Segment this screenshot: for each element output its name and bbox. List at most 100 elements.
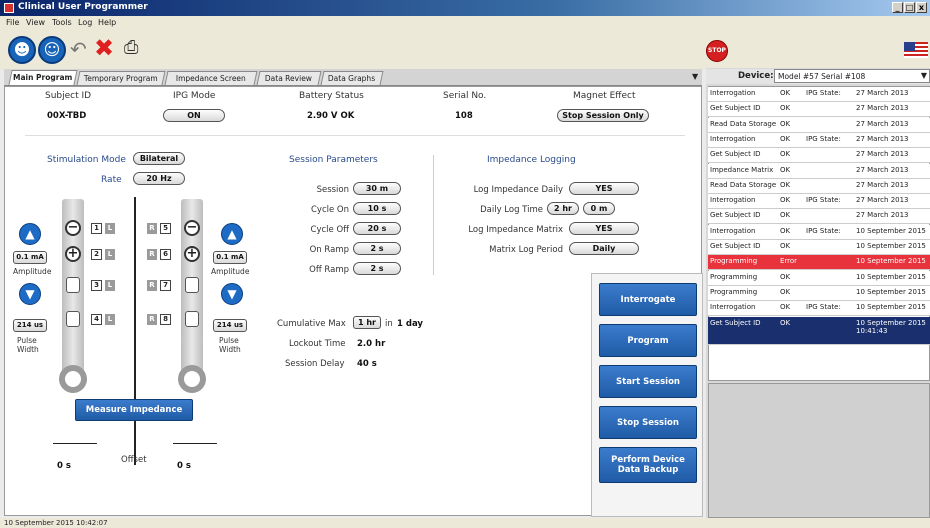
right-contact-5-minus[interactable]: − [184,220,200,236]
log-row[interactable]: Read Data Storage OK 27 March 2013 [708,117,930,133]
session-value[interactable]: 30 m [353,182,401,195]
log-row[interactable]: Get Subject ID OK 27 March 2013 [708,148,930,164]
log-row[interactable]: Get Subject ID OK 27 March 2013 [708,102,930,118]
right-contact-6-plus[interactable]: + [184,246,200,262]
main-program-panel: Subject ID 00X-TBD IPG Mode ON Battery S… [4,86,703,517]
offset-label: Offset [121,455,147,465]
left-contact-4[interactable] [66,311,80,327]
tab-impedance-screen[interactable]: Impedance Screen [164,71,258,85]
left-pulse-width-value[interactable]: 214 us [13,319,47,332]
perform-device-data-backup-button[interactable]: Perform Device Data Backup [599,447,697,483]
daily-log-time-hours[interactable]: 2 hr [547,202,579,215]
log-row[interactable]: Get Subject ID OK 27 March 2013 [708,209,930,225]
off-ramp-value[interactable]: 2 s [353,262,401,275]
cycle-on-value[interactable]: 10 s [353,202,401,215]
chevron-down-icon: ▼ [920,71,927,80]
log-impedance-matrix-value[interactable]: YES [569,222,639,235]
on-ramp-value[interactable]: 2 s [353,242,401,255]
log-row[interactable]: Get Subject ID OK 10 September 2015 10:41:… [708,316,930,345]
cumulative-max-value[interactable]: 1 hr [353,316,381,329]
log-status: OK [780,104,791,113]
menu-log[interactable]: Log [78,18,92,27]
rate-button[interactable]: 20 Hz [133,172,185,185]
app-icon [4,3,14,13]
tab-data-graphs[interactable]: Data Graphs [320,71,384,85]
log-action: Get Subject ID [710,242,761,250]
contact-2-number: 2 [91,249,102,260]
tab-dropdown-icon[interactable]: ▼ [692,72,698,81]
impedance-logging-title: Impedance Logging [487,155,576,165]
program-button[interactable]: Program [599,324,697,357]
menu-view[interactable]: View [26,18,45,27]
log-row[interactable]: Interrogation OK IPG State: 27 March 2013 [708,87,930,102]
log-row[interactable]: Interrogation OK IPG State: 27 March 2013 [708,194,930,210]
right-amplitude-up-icon[interactable]: ▲ [221,223,243,245]
measure-impedance-button[interactable]: Measure Impedance [75,399,193,421]
log-impedance-daily-value[interactable]: YES [569,182,639,195]
stop-session-button[interactable]: Stop Session [599,406,697,439]
lockout-time-label: Lockout Time [289,339,346,349]
left-contact-2-plus[interactable]: + [65,246,81,262]
subject-id-value: 00X-TBD [47,111,87,121]
person-connect-icon[interactable]: ☻ [8,36,36,64]
right-r-badge: R [147,280,157,291]
person-icon[interactable]: ☺ [38,36,66,64]
log-date: 27 March 2013 [856,134,909,143]
right-amplitude-value[interactable]: 0.1 mA [213,251,247,264]
delete-icon[interactable]: ✖ [94,36,120,62]
log-row[interactable]: Programming OK 10 September 2015 [708,270,930,286]
session-delay-label: Session Delay [285,359,345,369]
menu-help[interactable]: Help [98,18,116,27]
left-amplitude-up-icon[interactable]: ▲ [19,223,41,245]
right-contact-7[interactable] [185,277,199,293]
start-session-button[interactable]: Start Session [599,365,697,398]
flag-icon[interactable] [904,42,928,58]
log-row[interactable]: Interrogation OK IPG State: 10 September 20… [708,301,930,317]
matrix-log-period-value[interactable]: Daily [569,242,639,255]
right-contact-8[interactable] [185,311,199,327]
cycle-off-label: Cycle Off [310,225,349,235]
daily-log-time-minutes[interactable]: 0 m [583,202,615,215]
interrogate-button[interactable]: Interrogate [599,283,697,316]
window-title: Clinical User Programmer [18,2,148,12]
close-button[interactable]: x [916,2,927,13]
left-amplitude-down-icon[interactable]: ▼ [19,283,41,305]
menu-tools[interactable]: Tools [52,18,72,27]
stimulation-mode-button[interactable]: Bilateral [133,152,185,165]
log-status: OK [780,303,791,312]
log-date: 27 March 2013 [856,165,909,174]
tab-data-review[interactable]: Data Review [256,71,322,85]
ipg-mode-button[interactable]: ON [163,109,225,122]
log-row[interactable]: Interrogation OK IPG State: 27 March 2013 [708,132,930,148]
offset-left-value: 0 s [57,461,71,471]
device-select[interactable]: Model #57 Serial #108 ▼ [774,69,930,83]
log-row[interactable]: Programming Error 10 September 2015 [708,255,930,271]
log-row[interactable]: Get Subject ID OK 10 September 2015 [708,240,930,255]
stimulation-mode-label: Stimulation Mode [47,155,126,165]
left-contact-1-minus[interactable]: − [65,220,81,236]
right-amplitude-down-icon[interactable]: ▼ [221,283,243,305]
right-pulse-width-value[interactable]: 214 us [213,319,247,332]
maximize-button[interactable]: □ [904,2,915,13]
stop-icon[interactable]: STOP [706,40,728,62]
print-icon[interactable]: ⎙ [124,38,146,60]
log-row[interactable]: Impedance Matrix OK 27 March 2013 [708,163,930,179]
log-row[interactable]: Interrogation OK IPG State: 10 September 20… [708,224,930,240]
tab-main-program[interactable]: Main Program [8,70,78,85]
magnet-effect-button[interactable]: Stop Session Only [557,109,649,122]
minimize-button[interactable]: _ [892,2,903,13]
status-timestamp: 10 September 2015 10:42:07 [4,519,108,527]
tab-temporary-program[interactable]: Temporary Program [76,71,166,85]
log-row[interactable]: Programming OK 10 September 2015 [708,285,930,301]
menu-file[interactable]: File [6,18,19,27]
left-amplitude-value[interactable]: 0.1 mA [13,251,47,264]
session-label: Session [316,185,349,195]
undo-icon[interactable]: ↶ [70,38,94,62]
log-row[interactable]: Read Data Storage OK 27 March 2013 [708,178,930,194]
midline [134,197,136,465]
left-l-badge: L [105,223,115,234]
cycle-off-value[interactable]: 20 s [353,222,401,235]
toolbar: ☻ ☺ ↶ ✖ ⎙ STOP [0,30,930,70]
left-contact-3[interactable] [66,277,80,293]
log-action: Interrogation [710,196,756,205]
